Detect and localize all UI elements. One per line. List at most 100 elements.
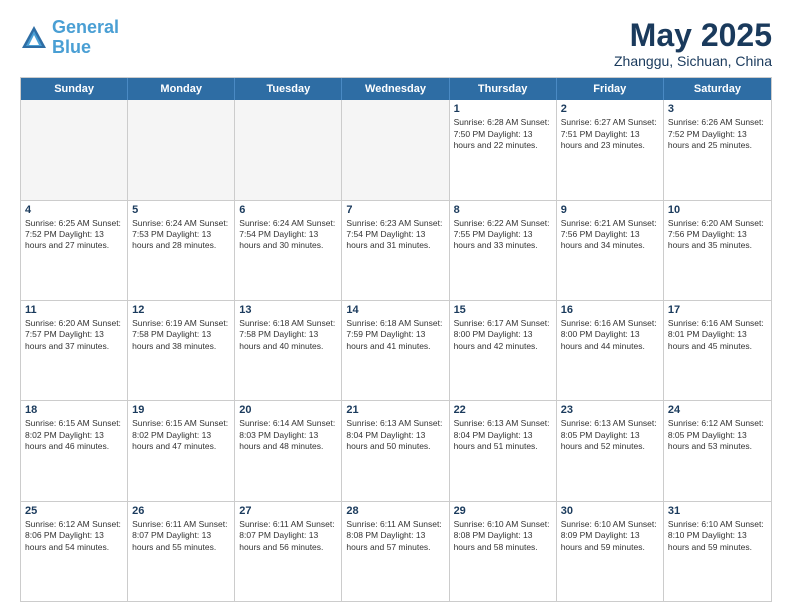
day-info: Sunrise: 6:10 AM Sunset: 8:08 PM Dayligh… (454, 519, 552, 553)
day-number: 22 (454, 404, 552, 416)
cal-cell: 14Sunrise: 6:18 AM Sunset: 7:59 PM Dayli… (342, 301, 449, 400)
cal-cell: 16 Sunrise: 6:16 AM Sunset: 8:00 PM Dayli… (557, 301, 664, 400)
cal-week-3: 11 Sunrise: 6:20 AM Sunset: 7:57 PM Dayli… (21, 301, 771, 401)
day-number: 6 (239, 204, 337, 216)
cal-week-2: 4 Sunrise: 6:25 AM Sunset: 7:52 PM Daylig… (21, 201, 771, 301)
cal-cell: 7 Sunrise: 6:23 AM Sunset: 7:54 PM Daylig… (342, 201, 449, 300)
month-title: May 2025 (614, 18, 772, 53)
logo-icon (20, 24, 48, 52)
cal-cell: 29 Sunrise: 6:10 AM Sunset: 8:08 PM Dayli… (450, 502, 557, 601)
day-info: Sunrise: 6:19 AM Sunset: 7:58 PM Dayligh… (132, 318, 230, 352)
cal-cell: 27 Sunrise: 6:11 AM Sunset: 8:07 PM Dayli… (235, 502, 342, 601)
header-monday: Monday (128, 78, 235, 100)
cal-cell: 3Sunrise: 6:26 AM Sunset: 7:52 PM Daylig… (664, 100, 771, 199)
cal-cell: 22 Sunrise: 6:13 AM Sunset: 8:04 PM Dayli… (450, 401, 557, 500)
header-wednesday: Wednesday (342, 78, 449, 100)
cal-cell: 21 Sunrise: 6:13 AM Sunset: 8:04 PM Dayli… (342, 401, 449, 500)
day-info: Sunrise: 6:13 AM Sunset: 8:04 PM Dayligh… (454, 418, 552, 452)
day-info: Sunrise: 6:18 AM Sunset: 7:58 PM Dayligh… (239, 318, 337, 352)
day-number: 13 (239, 304, 337, 316)
calendar: Sunday Monday Tuesday Wednesday Thursday… (20, 77, 772, 602)
header-saturday: Saturday (664, 78, 771, 100)
day-number: 10 (668, 204, 767, 216)
day-number: 28 (346, 505, 444, 517)
day-number: 3 (668, 103, 767, 115)
day-number: 27 (239, 505, 337, 517)
day-number: 7 (346, 204, 444, 216)
cal-cell: 20 Sunrise: 6:14 AM Sunset: 8:03 PM Dayli… (235, 401, 342, 500)
day-number: 18 (25, 404, 123, 416)
cal-cell: 5 Sunrise: 6:24 AM Sunset: 7:53 PM Daylig… (128, 201, 235, 300)
cal-cell (128, 100, 235, 199)
day-info: Sunrise: 6:28 AM Sunset: 7:50 PM Dayligh… (454, 117, 552, 151)
cal-cell: 18 Sunrise: 6:15 AM Sunset: 8:02 PM Dayli… (21, 401, 128, 500)
cal-cell: 19Sunrise: 6:15 AM Sunset: 8:02 PM Dayli… (128, 401, 235, 500)
cal-cell: 15 Sunrise: 6:17 AM Sunset: 8:00 PM Dayli… (450, 301, 557, 400)
location-title: Zhanggu, Sichuan, China (614, 53, 772, 69)
cal-week-4: 18 Sunrise: 6:15 AM Sunset: 8:02 PM Dayli… (21, 401, 771, 501)
cal-cell: 17Sunrise: 6:16 AM Sunset: 8:01 PM Dayli… (664, 301, 771, 400)
logo-area: General Blue (20, 18, 119, 58)
day-number: 11 (25, 304, 123, 316)
day-info: Sunrise: 6:13 AM Sunset: 8:05 PM Dayligh… (561, 418, 659, 452)
day-number: 16 (561, 304, 659, 316)
header-sunday: Sunday (21, 78, 128, 100)
day-info: Sunrise: 6:25 AM Sunset: 7:52 PM Dayligh… (25, 218, 123, 252)
day-info: Sunrise: 6:22 AM Sunset: 7:55 PM Dayligh… (454, 218, 552, 252)
day-info: Sunrise: 6:15 AM Sunset: 8:02 PM Dayligh… (25, 418, 123, 452)
logo-text: General Blue (52, 18, 119, 58)
day-number: 26 (132, 505, 230, 517)
day-info: Sunrise: 6:23 AM Sunset: 7:54 PM Dayligh… (346, 218, 444, 252)
cal-cell: 8Sunrise: 6:22 AM Sunset: 7:55 PM Daylig… (450, 201, 557, 300)
cal-week-5: 25Sunrise: 6:12 AM Sunset: 8:06 PM Dayli… (21, 502, 771, 601)
day-number: 1 (454, 103, 552, 115)
cal-cell: 23 Sunrise: 6:13 AM Sunset: 8:05 PM Dayli… (557, 401, 664, 500)
day-number: 4 (25, 204, 123, 216)
day-info: Sunrise: 6:11 AM Sunset: 8:08 PM Dayligh… (346, 519, 444, 553)
cal-cell: 13 Sunrise: 6:18 AM Sunset: 7:58 PM Dayli… (235, 301, 342, 400)
cal-cell: 6 Sunrise: 6:24 AM Sunset: 7:54 PM Daylig… (235, 201, 342, 300)
day-info: Sunrise: 6:10 AM Sunset: 8:10 PM Dayligh… (668, 519, 767, 553)
day-info: Sunrise: 6:13 AM Sunset: 8:04 PM Dayligh… (346, 418, 444, 452)
cal-cell: 30 Sunrise: 6:10 AM Sunset: 8:09 PM Dayli… (557, 502, 664, 601)
title-area: May 2025 Zhanggu, Sichuan, China (614, 18, 772, 69)
cal-cell: 9Sunrise: 6:21 AM Sunset: 7:56 PM Daylig… (557, 201, 664, 300)
header: General Blue May 2025 Zhanggu, Sichuan, … (20, 18, 772, 69)
day-number: 5 (132, 204, 230, 216)
cal-cell: 25Sunrise: 6:12 AM Sunset: 8:06 PM Dayli… (21, 502, 128, 601)
cal-cell (21, 100, 128, 199)
day-number: 31 (668, 505, 767, 517)
day-info: Sunrise: 6:11 AM Sunset: 8:07 PM Dayligh… (132, 519, 230, 553)
cal-cell: 28 Sunrise: 6:11 AM Sunset: 8:08 PM Dayli… (342, 502, 449, 601)
day-info: Sunrise: 6:10 AM Sunset: 8:09 PM Dayligh… (561, 519, 659, 553)
day-info: Sunrise: 6:24 AM Sunset: 7:53 PM Dayligh… (132, 218, 230, 252)
calendar-body: 1 Sunrise: 6:28 AM Sunset: 7:50 PM Daylig… (21, 100, 771, 601)
day-info: Sunrise: 6:21 AM Sunset: 7:56 PM Dayligh… (561, 218, 659, 252)
cal-cell: 12Sunrise: 6:19 AM Sunset: 7:58 PM Dayli… (128, 301, 235, 400)
logo-line1: General (52, 17, 119, 37)
header-thursday: Thursday (450, 78, 557, 100)
cal-cell: 10 Sunrise: 6:20 AM Sunset: 7:56 PM Dayli… (664, 201, 771, 300)
day-info: Sunrise: 6:11 AM Sunset: 8:07 PM Dayligh… (239, 519, 337, 553)
day-info: Sunrise: 6:20 AM Sunset: 7:57 PM Dayligh… (25, 318, 123, 352)
day-number: 20 (239, 404, 337, 416)
day-info: Sunrise: 6:16 AM Sunset: 8:01 PM Dayligh… (668, 318, 767, 352)
header-friday: Friday (557, 78, 664, 100)
day-info: Sunrise: 6:16 AM Sunset: 8:00 PM Dayligh… (561, 318, 659, 352)
day-info: Sunrise: 6:24 AM Sunset: 7:54 PM Dayligh… (239, 218, 337, 252)
day-info: Sunrise: 6:14 AM Sunset: 8:03 PM Dayligh… (239, 418, 337, 452)
day-number: 29 (454, 505, 552, 517)
day-number: 30 (561, 505, 659, 517)
day-info: Sunrise: 6:15 AM Sunset: 8:02 PM Dayligh… (132, 418, 230, 452)
day-info: Sunrise: 6:12 AM Sunset: 8:05 PM Dayligh… (668, 418, 767, 452)
day-info: Sunrise: 6:17 AM Sunset: 8:00 PM Dayligh… (454, 318, 552, 352)
day-number: 21 (346, 404, 444, 416)
day-number: 15 (454, 304, 552, 316)
day-info: Sunrise: 6:12 AM Sunset: 8:06 PM Dayligh… (25, 519, 123, 553)
day-info: Sunrise: 6:27 AM Sunset: 7:51 PM Dayligh… (561, 117, 659, 151)
day-number: 23 (561, 404, 659, 416)
page: General Blue May 2025 Zhanggu, Sichuan, … (0, 0, 792, 612)
header-tuesday: Tuesday (235, 78, 342, 100)
day-info: Sunrise: 6:20 AM Sunset: 7:56 PM Dayligh… (668, 218, 767, 252)
cal-cell: 24Sunrise: 6:12 AM Sunset: 8:05 PM Dayli… (664, 401, 771, 500)
